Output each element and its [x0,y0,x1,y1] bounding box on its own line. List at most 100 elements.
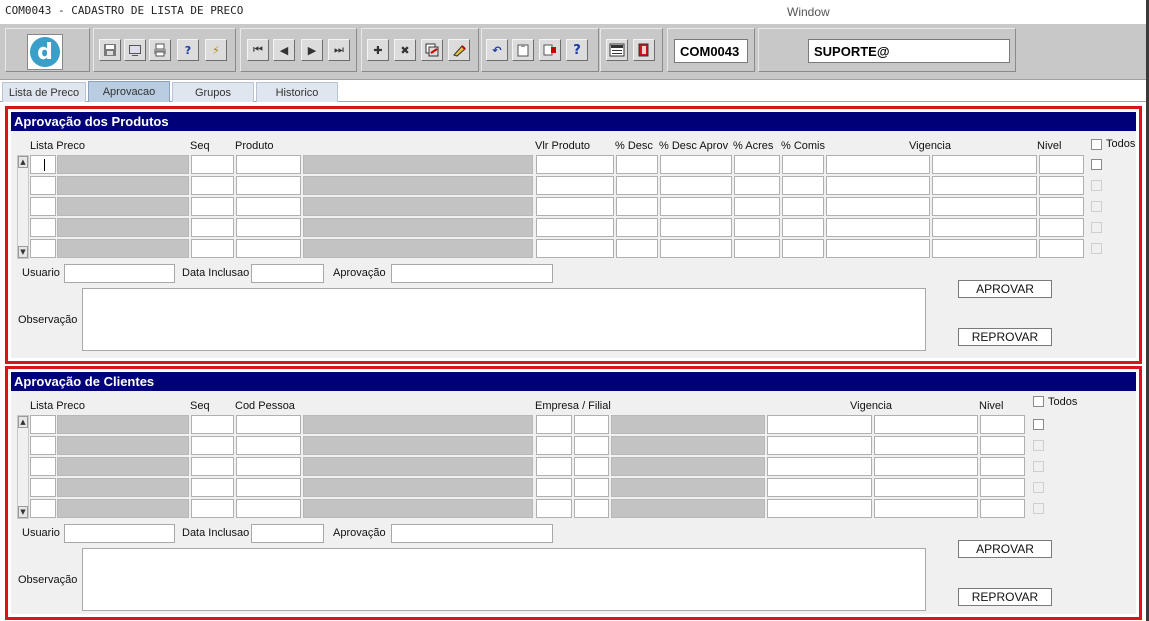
usuario-field[interactable] [64,524,175,543]
empresa-cell[interactable] [536,499,572,518]
query-help-icon[interactable]: ? [177,39,199,61]
vlr-produto-cell[interactable] [536,155,614,174]
desc-aprov-cell[interactable] [660,239,732,258]
vigencia-fim-cell[interactable] [932,218,1037,237]
reprovar-button[interactable]: REPROVAR [958,328,1052,346]
tab-grupos[interactable]: Grupos [172,82,254,102]
comis-cell[interactable] [782,176,824,195]
tab-aprovacao[interactable]: Aprovacao [88,81,170,102]
produto-cell[interactable] [236,176,301,195]
nivel-cell[interactable] [1039,197,1084,216]
nivel-cell[interactable] [980,478,1025,497]
delete-record-icon[interactable]: ✖ [394,39,416,61]
vlr-produto-cell[interactable] [536,239,614,258]
filial-cell[interactable] [574,415,609,434]
filial-cell[interactable] [574,478,609,497]
todos-checkbox[interactable] [1033,396,1044,407]
filial-cell[interactable] [574,499,609,518]
seq-cell[interactable] [191,457,234,476]
seq-cell[interactable] [191,176,234,195]
next-record-icon[interactable]: ▶ [301,39,323,61]
last-record-icon[interactable]: ⏭ [328,39,350,61]
vigencia-fim-cell[interactable] [874,499,978,518]
comis-cell[interactable] [782,197,824,216]
nivel-cell[interactable] [1039,239,1084,258]
acres-cell[interactable] [734,155,780,174]
clipboard-icon[interactable] [512,39,534,61]
insert-record-icon[interactable]: ✚ [367,39,389,61]
window-menu[interactable]: Window [787,5,830,19]
nivel-cell[interactable] [980,436,1025,455]
screen-icon[interactable] [124,39,146,61]
vlr-produto-cell[interactable] [536,218,614,237]
vigencia-inicio-cell[interactable] [767,499,872,518]
lista-preco-cell[interactable] [30,155,56,174]
vigencia-inicio-cell[interactable] [826,155,930,174]
reprovar-button[interactable]: REPROVAR [958,588,1052,606]
vigencia-inicio-cell[interactable] [767,478,872,497]
vigencia-inicio-cell[interactable] [767,436,872,455]
lista-preco-cell[interactable] [30,218,56,237]
tab-lista-de-preco[interactable]: Lista de Preco [2,82,86,102]
vigencia-inicio-cell[interactable] [826,239,930,258]
clear-record-icon[interactable] [448,39,470,61]
observacao-field[interactable] [82,288,926,351]
row-select-checkbox[interactable] [1033,461,1044,472]
vigencia-fim-cell[interactable] [874,436,978,455]
vigencia-fim-cell[interactable] [932,197,1037,216]
scroll-down-icon[interactable]: ▼ [18,506,28,518]
nivel-cell[interactable] [1039,155,1084,174]
cod-pessoa-cell[interactable] [236,478,301,497]
desc-cell[interactable] [616,176,658,195]
lista-preco-cell[interactable] [30,415,56,434]
aprovacao-field[interactable] [391,264,553,283]
execute-query-icon[interactable]: ⚡ [205,39,227,61]
desc-aprov-cell[interactable] [660,176,732,195]
aprovar-button[interactable]: APROVAR [958,540,1052,558]
undo-icon[interactable]: ↶ [486,39,508,61]
vigencia-fim-cell[interactable] [932,176,1037,195]
list-values-icon[interactable] [539,39,561,61]
desc-cell[interactable] [616,155,658,174]
produto-cell[interactable] [236,155,301,174]
scroll-down-icon[interactable]: ▼ [18,246,28,258]
acres-cell[interactable] [734,176,780,195]
duplicate-record-icon[interactable] [421,39,443,61]
nivel-cell[interactable] [980,499,1025,518]
filial-cell[interactable] [574,436,609,455]
row-select-checkbox[interactable] [1091,201,1102,212]
vigencia-inicio-cell[interactable] [767,415,872,434]
acres-cell[interactable] [734,197,780,216]
lista-preco-cell[interactable] [30,457,56,476]
desc-cell[interactable] [616,197,658,216]
vigencia-inicio-cell[interactable] [826,197,930,216]
lista-preco-cell[interactable] [30,478,56,497]
row-select-checkbox[interactable] [1033,440,1044,451]
previous-record-icon[interactable]: ◀ [273,39,295,61]
seq-cell[interactable] [191,499,234,518]
vigencia-inicio-cell[interactable] [826,176,930,195]
row-select-checkbox[interactable] [1091,159,1102,170]
print-icon[interactable] [149,39,171,61]
filial-cell[interactable] [574,457,609,476]
lista-preco-cell[interactable] [30,197,56,216]
vigencia-fim-cell[interactable] [874,478,978,497]
scroll-up-icon[interactable]: ▲ [18,416,28,428]
cod-pessoa-cell[interactable] [236,436,301,455]
clientes-scrollbar[interactable]: ▲ ▼ [17,415,29,519]
seq-cell[interactable] [191,218,234,237]
data-inclusao-field[interactable] [251,264,324,283]
cod-pessoa-cell[interactable] [236,415,301,434]
vigencia-fim-cell[interactable] [874,457,978,476]
produto-cell[interactable] [236,239,301,258]
scroll-up-icon[interactable]: ▲ [18,156,28,168]
comis-cell[interactable] [782,155,824,174]
todos-checkbox[interactable] [1091,139,1102,150]
produto-cell[interactable] [236,197,301,216]
menu-icon[interactable] [606,39,628,61]
nivel-cell[interactable] [1039,218,1084,237]
first-record-icon[interactable]: ⏮ [247,39,269,61]
empresa-cell[interactable] [536,415,572,434]
vlr-produto-cell[interactable] [536,197,614,216]
seq-cell[interactable] [191,155,234,174]
